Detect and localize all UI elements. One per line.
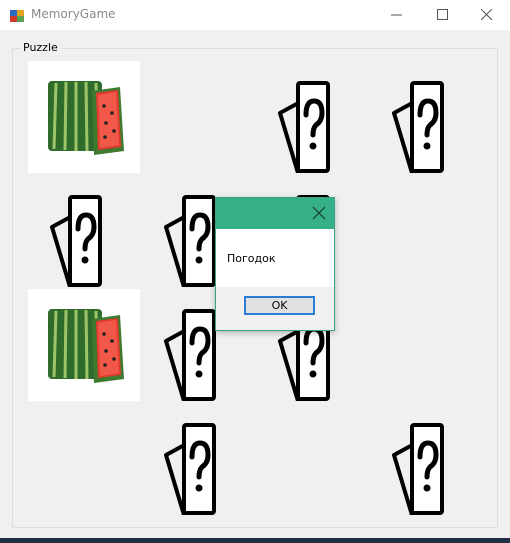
title-bar[interactable]: MemoryGame — [0, 0, 510, 30]
minimize-icon — [391, 14, 402, 16]
close-button[interactable] — [464, 0, 510, 30]
ok-button[interactable]: OK — [244, 296, 315, 315]
window-bottom-edge — [0, 538, 510, 543]
tile-hidden[interactable] — [28, 175, 140, 287]
tile-hidden[interactable] — [370, 403, 482, 515]
dialog-footer: OK — [216, 287, 334, 330]
tile-hidden[interactable] — [142, 403, 254, 515]
tile-hidden[interactable] — [256, 61, 368, 173]
tile-revealed[interactable] — [28, 289, 140, 401]
app-window: MemoryGame Puzzle Погодок OK — [0, 0, 510, 543]
window-title: MemoryGame — [31, 7, 116, 21]
maximize-icon — [437, 9, 448, 20]
question-card-icon — [370, 403, 482, 515]
tile-hidden[interactable] — [370, 61, 482, 173]
question-card-icon — [370, 61, 482, 173]
app-icon — [10, 10, 24, 22]
puzzle-label: Puzzle — [20, 41, 61, 54]
dialog-close-icon[interactable] — [312, 206, 326, 220]
question-card-icon — [142, 403, 254, 515]
watermelon-icon — [28, 61, 140, 173]
watermelon-icon — [28, 289, 140, 401]
tile-revealed[interactable] — [28, 61, 140, 173]
question-card-icon — [28, 175, 140, 287]
dialog-title-bar[interactable] — [216, 198, 334, 229]
message-dialog: Погодок OK — [215, 197, 335, 331]
maximize-button[interactable] — [420, 0, 466, 30]
dialog-message: Погодок — [227, 252, 276, 265]
minimize-button[interactable] — [374, 0, 420, 30]
question-card-icon — [256, 61, 368, 173]
close-icon — [481, 9, 493, 21]
